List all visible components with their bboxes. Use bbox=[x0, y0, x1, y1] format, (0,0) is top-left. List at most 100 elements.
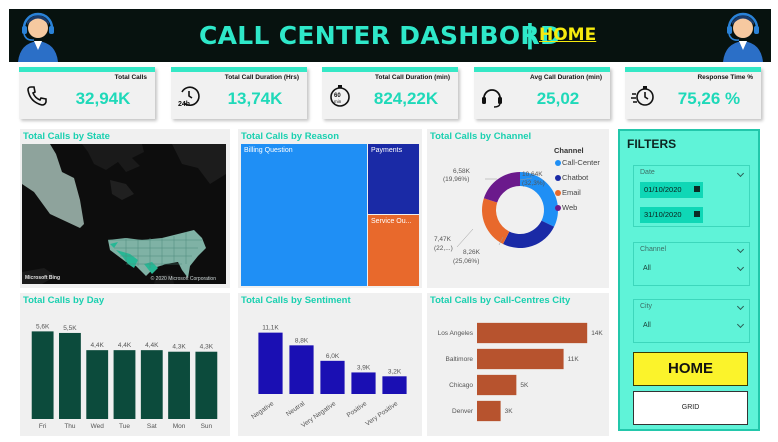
date-from-field[interactable]: 01/10/2020 bbox=[640, 182, 703, 198]
kpi-value: 13,74K bbox=[227, 89, 283, 108]
bar-mon[interactable] bbox=[168, 351, 190, 419]
bar-data-label: 3,2K bbox=[388, 368, 402, 375]
legend-item-call-center[interactable]: Call-Center bbox=[562, 158, 600, 167]
axis-tick-label: Sun bbox=[201, 423, 213, 430]
channel-filter-value[interactable]: All bbox=[643, 265, 651, 272]
treemap-tile-payments[interactable]: Payments bbox=[368, 144, 419, 214]
24h-clock-icon: 24h bbox=[178, 86, 200, 108]
legend-title: Channel bbox=[554, 146, 584, 155]
bar-data-label: 11K bbox=[568, 356, 580, 363]
calendar-icon[interactable] bbox=[694, 186, 700, 192]
kpi-label: Avg Call Duration (min) bbox=[530, 74, 602, 81]
axis-tick-label: Positive bbox=[346, 400, 369, 419]
bar-los-angeles[interactable] bbox=[477, 322, 588, 344]
sentiment-bar-chart[interactable]: 11,1K Negative 8,8K Neutral 6,0K Very Negativ… bbox=[238, 293, 422, 436]
treemap-tile-billing-question[interactable]: Billing Question bbox=[241, 144, 367, 286]
chevron-down-icon[interactable] bbox=[736, 320, 745, 329]
bar-data-label: 4,4K bbox=[91, 342, 105, 349]
day-bar-chart[interactable]: 5,6K Fri 5,5K Thu 4,4K Wed 4,4K Tue 4,4K Sat 4,3K M… bbox=[20, 293, 230, 436]
bar-baltimore[interactable] bbox=[477, 348, 564, 370]
bar-neutral[interactable] bbox=[289, 345, 314, 394]
filters-panel: FILTERS Date 01/10/2020 31/10/2020 Chann… bbox=[618, 129, 760, 431]
bar-positive[interactable] bbox=[351, 372, 376, 394]
city-bar-chart[interactable]: Los Angeles 14K Baltimore 11K Chicago 5K Denve… bbox=[427, 293, 609, 436]
city-filter-value[interactable]: All bbox=[643, 322, 651, 329]
chevron-down-icon[interactable] bbox=[736, 302, 745, 311]
bar-sun[interactable] bbox=[195, 351, 218, 419]
bar-data-label: 11,1K bbox=[262, 325, 279, 332]
title-separator: | bbox=[526, 18, 534, 49]
fast-timer-icon bbox=[631, 86, 654, 106]
chevron-down-icon[interactable] bbox=[736, 245, 745, 254]
page-title: CALL CENTER DASHBORD bbox=[199, 21, 562, 50]
donut-label-email-value: 7,47K bbox=[434, 236, 451, 243]
panel-calls-by-channel: Total Calls by Channel 6,58K (19,96%) 10… bbox=[427, 129, 609, 288]
panel-calls-by-reason: Total Calls by Reason Billing Question P… bbox=[238, 129, 422, 288]
date-to-field[interactable]: 31/10/2020 bbox=[640, 207, 703, 223]
chevron-up-icon[interactable] bbox=[736, 169, 745, 178]
axis-tick-label: Very Positive bbox=[364, 400, 399, 428]
donut-label-call-center-value: 10,64K bbox=[522, 171, 543, 178]
grid-button[interactable]: GRID bbox=[633, 391, 748, 425]
bar-data-label: 4,3K bbox=[172, 344, 186, 351]
bar-negative[interactable] bbox=[258, 332, 283, 394]
kpi-label: Total Call Duration (Hrs) bbox=[224, 74, 299, 81]
date-from-value: 01/10/2020 bbox=[644, 185, 682, 194]
state-map[interactable]: Microsoft Bing © 2020 Microsoft Corporat… bbox=[22, 144, 226, 284]
kpi-value: 25,02 bbox=[536, 89, 580, 108]
kpi-card-total-call-duration-hrs: Total Call Duration (Hrs) 24h 13,74K bbox=[171, 67, 307, 119]
date-filter-label: Date bbox=[640, 169, 655, 176]
bar-chicago[interactable] bbox=[477, 374, 517, 396]
donut-slice-chatbot[interactable] bbox=[503, 220, 555, 248]
bar-data-label: 6,0K bbox=[326, 353, 340, 360]
donut-label-call-center-pct: (32,3%) bbox=[522, 180, 545, 187]
donut-slice-email[interactable] bbox=[482, 198, 510, 245]
axis-tick-label: Thu bbox=[64, 423, 76, 430]
bar-data-label: 4,3K bbox=[200, 344, 214, 351]
calendar-icon[interactable] bbox=[694, 211, 700, 217]
bar-thu[interactable] bbox=[59, 332, 81, 419]
bar-denver[interactable] bbox=[477, 400, 501, 422]
map-credit-label: © 2020 Microsoft Corporation bbox=[150, 276, 216, 282]
donut-slice-web[interactable] bbox=[483, 172, 520, 203]
panel-title: Total Calls by Reason bbox=[241, 131, 340, 142]
bar-very-positive[interactable] bbox=[382, 376, 407, 394]
bar-data-label: 14K bbox=[591, 330, 603, 337]
bar-tue[interactable] bbox=[113, 350, 136, 419]
city-filter-label: City bbox=[640, 303, 653, 310]
bar-wed[interactable] bbox=[86, 350, 109, 419]
axis-tick-label: Fri bbox=[39, 423, 47, 430]
headset-icon bbox=[482, 89, 502, 108]
legend-item-email[interactable]: Email bbox=[562, 188, 581, 197]
map-brand-label: Microsoft Bing bbox=[25, 275, 60, 281]
treemap-tile-service-outage[interactable]: Service Ou... bbox=[368, 215, 419, 286]
legend-dot-web bbox=[555, 205, 561, 211]
legend-dot-chatbot bbox=[555, 175, 561, 181]
bar-very-negative[interactable] bbox=[320, 360, 345, 394]
channel-filter[interactable]: Channel All bbox=[633, 242, 750, 286]
bar-sat[interactable] bbox=[140, 350, 163, 419]
panel-calls-by-day: Total Calls by Day 5,6K Fri 5,5K Thu 4,4K Wed… bbox=[20, 293, 230, 436]
axis-tick-label: Very Negative bbox=[300, 400, 337, 429]
city-filter[interactable]: City All bbox=[633, 299, 750, 343]
legend-item-web[interactable]: Web bbox=[562, 203, 577, 212]
home-button[interactable]: HOME bbox=[633, 352, 748, 386]
kpi-value: 75,26 % bbox=[677, 89, 741, 108]
phone-icon bbox=[27, 86, 47, 106]
donut-label-chatbot-value: 8,26K bbox=[463, 249, 480, 256]
chevron-down-icon[interactable] bbox=[736, 263, 745, 272]
bar-data-label: 5,5K bbox=[63, 325, 77, 332]
60min-timer-icon: 60 min bbox=[330, 85, 350, 107]
call-agent-icon bbox=[723, 12, 763, 62]
axis-tick-label: Tue bbox=[119, 423, 130, 430]
kpi-card-avg-call-duration: Avg Call Duration (min) 25,02 bbox=[474, 67, 610, 119]
bar-fri[interactable] bbox=[31, 331, 54, 419]
home-link[interactable]: HOME bbox=[539, 25, 596, 45]
svg-text:24h: 24h bbox=[178, 101, 190, 108]
bar-data-label: 3,9K bbox=[357, 364, 371, 371]
kpi-label: Response Time % bbox=[697, 74, 753, 81]
axis-tick-label: Negative bbox=[250, 400, 275, 421]
bar-data-label: 5K bbox=[520, 382, 529, 389]
date-to-value: 31/10/2020 bbox=[644, 210, 682, 219]
legend-item-chatbot[interactable]: Chatbot bbox=[562, 173, 588, 182]
